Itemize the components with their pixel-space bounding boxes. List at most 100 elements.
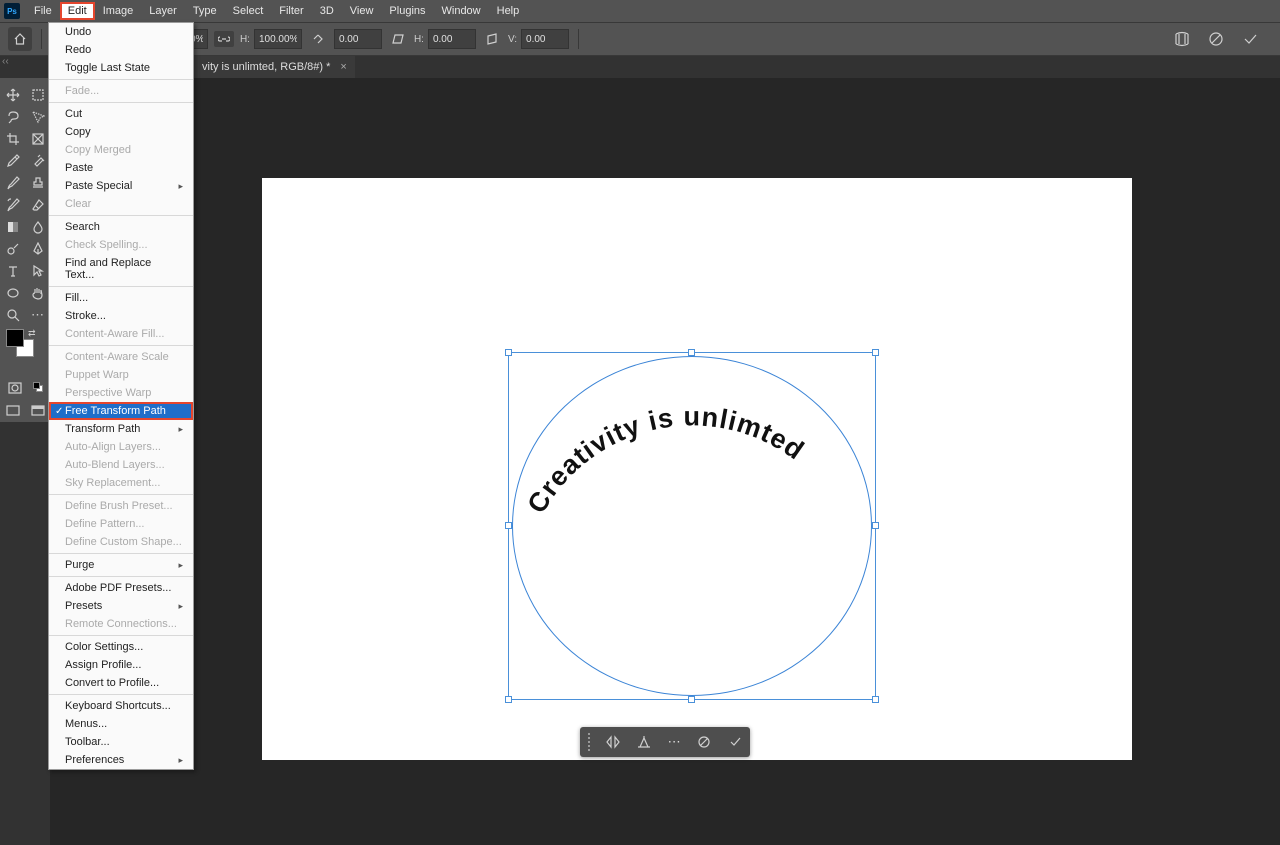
screen-mode-menu-icon[interactable] (25, 400, 50, 422)
flip-horizontal-icon[interactable] (602, 731, 624, 753)
menu-item[interactable]: Paste (49, 159, 193, 177)
transform-handle[interactable] (505, 696, 512, 703)
brush-tool-icon[interactable] (0, 172, 25, 194)
move-tool-icon[interactable] (0, 84, 25, 106)
reference-point-toggle-icon[interactable] (633, 731, 655, 753)
home-icon[interactable] (8, 27, 32, 51)
edit-toolbar-icon[interactable]: ⋯ (25, 304, 50, 326)
menu-item[interactable]: Fill... (49, 289, 193, 307)
menu-item[interactable]: Color Settings... (49, 638, 193, 656)
canvas-area[interactable]: Creativity is unlimted ⋯ (50, 78, 1280, 845)
cancel-icon[interactable] (1206, 29, 1226, 49)
menu-edit[interactable]: Edit (60, 2, 95, 20)
menu-item[interactable]: Purge▸ (49, 556, 193, 574)
skewv-field[interactable]: V: (508, 29, 569, 49)
crop-tool-icon[interactable] (0, 128, 25, 150)
default-colors-icon[interactable] (33, 382, 43, 392)
more-options-icon[interactable]: ⋯ (663, 731, 685, 753)
shape-tool-icon[interactable] (0, 282, 25, 304)
quick-select-tool-icon[interactable] (25, 106, 50, 128)
lasso-tool-icon[interactable] (0, 106, 25, 128)
commit-transform-icon[interactable] (724, 731, 746, 753)
drag-handle-icon[interactable] (588, 733, 594, 751)
h-field[interactable]: H: (240, 29, 302, 49)
rotate-field[interactable] (334, 29, 382, 49)
menu-item[interactable]: Cut (49, 105, 193, 123)
hand-tool-icon[interactable] (25, 282, 50, 304)
menu-item[interactable]: Menus... (49, 715, 193, 733)
menu-type[interactable]: Type (185, 2, 225, 20)
menu-3d[interactable]: 3D (312, 2, 342, 20)
h-input[interactable] (254, 29, 302, 49)
dodge-tool-icon[interactable] (0, 238, 25, 260)
menu-item[interactable]: Assign Profile... (49, 656, 193, 674)
pen-tool-icon[interactable] (25, 238, 50, 260)
skewh-input[interactable] (428, 29, 476, 49)
stamp-tool-icon[interactable] (25, 172, 50, 194)
transform-handle[interactable] (688, 349, 695, 356)
transform-handle[interactable] (688, 696, 695, 703)
menu-item[interactable]: Paste Special▸ (49, 177, 193, 195)
menu-item[interactable]: Copy (49, 123, 193, 141)
menu-file[interactable]: File (26, 2, 60, 20)
menu-item[interactable]: ✓Free Transform Path (49, 402, 193, 420)
menu-layer[interactable]: Layer (141, 2, 185, 20)
frame-tool-icon[interactable] (25, 128, 50, 150)
transform-handle[interactable] (505, 522, 512, 529)
menu-item[interactable]: Toggle Last State (49, 59, 193, 77)
color-swatches[interactable]: ⇄ (0, 326, 50, 360)
menu-item[interactable]: Undo (49, 23, 193, 41)
transform-handle[interactable] (505, 349, 512, 356)
transform-handle[interactable] (872, 696, 879, 703)
menu-filter[interactable]: Filter (271, 2, 311, 20)
menu-item[interactable]: Adobe PDF Presets... (49, 579, 193, 597)
quick-mask-icon[interactable] (2, 378, 27, 398)
transform-handle[interactable] (872, 522, 879, 529)
swap-colors-icon[interactable]: ⇄ (28, 328, 36, 339)
menu-item: Check Spelling... (49, 236, 193, 254)
menu-item[interactable]: Keyboard Shortcuts... (49, 697, 193, 715)
zoom-tool-icon[interactable] (0, 304, 25, 326)
menu-help[interactable]: Help (489, 2, 528, 20)
menu-item[interactable]: Search (49, 218, 193, 236)
transform-handle[interactable] (872, 349, 879, 356)
menu-item[interactable]: Convert to Profile... (49, 674, 193, 692)
document-tab[interactable]: vity is unlimted, RGB/8#) * × (202, 61, 347, 73)
foreground-color[interactable] (6, 329, 24, 347)
type-tool-icon[interactable] (0, 260, 25, 282)
menu-view[interactable]: View (342, 2, 382, 20)
menu-plugins[interactable]: Plugins (381, 2, 433, 20)
screen-mode-icon[interactable] (0, 400, 25, 422)
menu-item[interactable]: Stroke... (49, 307, 193, 325)
menu-item[interactable]: Toolbar... (49, 733, 193, 751)
marquee-tool-icon[interactable] (25, 84, 50, 106)
link-icon[interactable] (214, 31, 234, 47)
menu-item[interactable]: Find and Replace Text... (49, 254, 193, 284)
blur-tool-icon[interactable] (25, 216, 50, 238)
menu-select[interactable]: Select (225, 2, 272, 20)
healing-tool-icon[interactable] (25, 150, 50, 172)
menu-image[interactable]: Image (95, 2, 142, 20)
menu-window[interactable]: Window (434, 2, 489, 20)
path-select-tool-icon[interactable] (25, 260, 50, 282)
skewh-field[interactable]: H: (414, 29, 476, 49)
history-brush-tool-icon[interactable] (0, 194, 25, 216)
close-tab-icon[interactable]: × (340, 61, 346, 73)
gradient-tool-icon[interactable] (0, 216, 25, 238)
artboard[interactable]: Creativity is unlimted (262, 178, 1132, 760)
menu-item: Sky Replacement... (49, 474, 193, 492)
menu-item[interactable]: Transform Path▸ (49, 420, 193, 438)
panel-collapse-icon[interactable]: ‹‹ (2, 56, 9, 67)
warp-icon[interactable] (1172, 29, 1192, 49)
menu-item: Puppet Warp (49, 366, 193, 384)
menu-item[interactable]: Presets▸ (49, 597, 193, 615)
cancel-transform-icon[interactable] (693, 731, 715, 753)
skewv-input[interactable] (521, 29, 569, 49)
eraser-tool-icon[interactable] (25, 194, 50, 216)
transform-bounding-box[interactable] (508, 352, 876, 700)
eyedropper-tool-icon[interactable] (0, 150, 25, 172)
menu-item[interactable]: Preferences▸ (49, 751, 193, 769)
menu-item[interactable]: Redo (49, 41, 193, 59)
commit-icon[interactable] (1240, 29, 1260, 49)
rotate-input[interactable] (334, 29, 382, 49)
